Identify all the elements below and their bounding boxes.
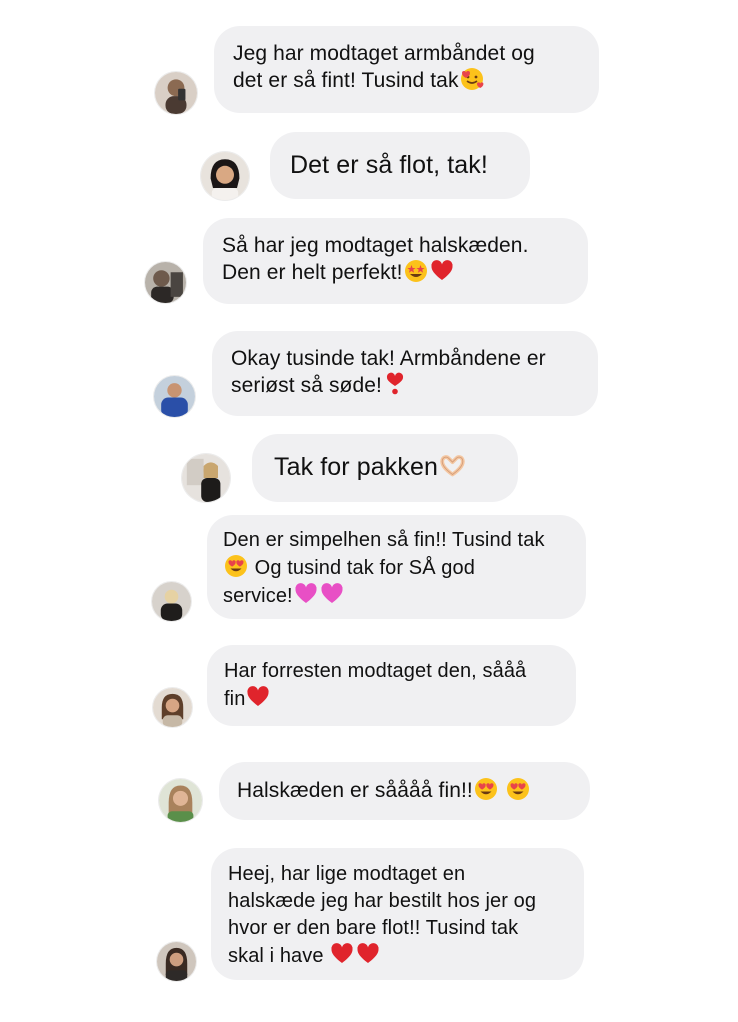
message-bubble[interactable]: Heej, har lige modtaget en halskæde jeg … xyxy=(211,848,584,980)
avatar-1[interactable] xyxy=(155,72,197,114)
message-line: Halskæden er såååå fin!! xyxy=(237,777,574,804)
message-line: seriøst så søde! xyxy=(231,372,580,399)
pink-heart-icon xyxy=(320,582,344,606)
message-line: Den er helt perfekt! xyxy=(222,259,570,286)
red-heart-icon xyxy=(246,685,270,709)
exclamation-heart-icon xyxy=(383,372,407,396)
message-bubble[interactable]: Har forresten modtaget den, sååå fin xyxy=(207,645,576,726)
smiling-face-with-hearts-icon xyxy=(460,67,484,91)
red-heart-icon xyxy=(430,259,454,283)
message-line: halskæde jeg har bestilt hos jer og xyxy=(228,890,537,912)
avatar-6[interactable] xyxy=(152,582,191,621)
message-line: Den er simpelhen så fin!! Tusind tak xyxy=(223,529,545,551)
avatar-7[interactable] xyxy=(153,688,192,727)
heart-eyes-icon xyxy=(224,554,248,578)
message-bubble[interactable]: Halskæden er såååå fin!! xyxy=(219,762,590,820)
avatar-9[interactable] xyxy=(157,942,196,981)
avatar-4[interactable] xyxy=(154,376,195,417)
message-bubble[interactable]: Det er så flot, tak! xyxy=(270,132,530,199)
message-line: Heej, har lige modtaget en xyxy=(228,863,466,885)
avatar-2[interactable] xyxy=(201,152,249,200)
avatar-5[interactable] xyxy=(182,454,230,502)
message-line: Det er så flot, tak! xyxy=(290,151,488,179)
message-bubble[interactable]: Tak for pakken xyxy=(252,434,518,502)
avatar-8[interactable] xyxy=(159,779,202,822)
pink-heart-icon xyxy=(294,582,318,606)
message-line: Tak for pakken xyxy=(274,452,499,482)
message-line: service! xyxy=(223,582,572,610)
avatar-3[interactable] xyxy=(145,262,186,303)
message-bubble[interactable]: Jeg har modtaget armbåndet og det er så … xyxy=(214,26,599,113)
heart-hands-icon xyxy=(439,452,466,479)
message-bubble[interactable]: Så har jeg modtaget halskæden. Den er he… xyxy=(203,218,588,304)
message-line: skal i have xyxy=(228,942,570,970)
red-heart-icon xyxy=(356,942,380,966)
message-bubble[interactable]: Okay tusinde tak! Armbåndene er seriøst … xyxy=(212,331,598,416)
message-line: det er så fint! Tusind tak xyxy=(233,67,581,94)
message-line: Og tusind tak for SÅ god xyxy=(223,554,572,582)
message-line: Så har jeg modtaget halskæden. xyxy=(222,234,529,257)
heart-eyes-icon xyxy=(506,777,530,801)
star-struck-icon xyxy=(404,259,428,283)
message-bubble[interactable]: Den er simpelhen så fin!! Tusind tak Og … xyxy=(207,515,586,619)
message-line: fin xyxy=(224,685,562,713)
message-line: Har forresten modtaget den, sååå xyxy=(224,660,527,682)
message-line: Jeg har modtaget armbåndet og xyxy=(233,42,535,65)
message-line: Okay tusinde tak! Armbåndene er xyxy=(231,347,546,370)
message-line: hvor er den bare flot!! Tusind tak xyxy=(228,917,519,939)
red-heart-icon xyxy=(330,942,354,966)
heart-eyes-icon xyxy=(474,777,498,801)
